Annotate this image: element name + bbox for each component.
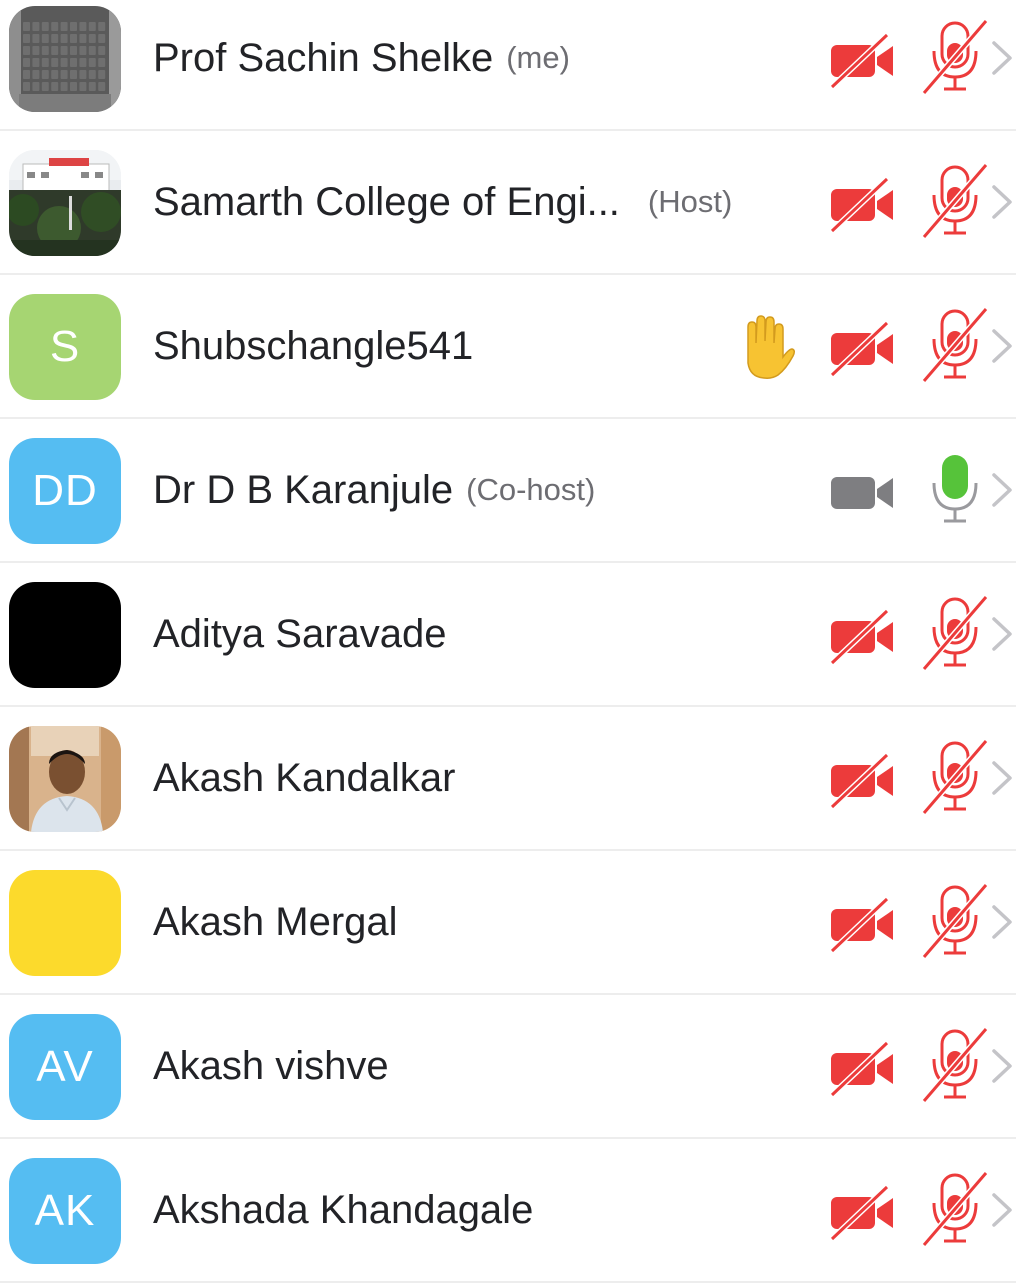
participant-name-group: Aditya Saravade: [153, 563, 447, 705]
avatar: AV: [9, 1014, 121, 1120]
avatar: S: [9, 294, 121, 400]
microphone-muted-icon[interactable]: [920, 161, 990, 241]
avatar: [9, 582, 121, 688]
chevron-right-icon[interactable]: [990, 471, 1014, 509]
microphone-muted-icon[interactable]: [920, 1169, 990, 1249]
chevron-right-icon[interactable]: [990, 39, 1014, 77]
participant-row[interactable]: Aditya Saravade: [0, 563, 1016, 707]
chevron-right-icon[interactable]: [990, 903, 1014, 941]
participant-name: Aditya Saravade: [153, 611, 447, 656]
participant-row[interactable]: AK Akshada Khandagale: [0, 1139, 1016, 1283]
microphone-muted-icon[interactable]: [920, 881, 990, 961]
participant-row[interactable]: Akash Kandalkar: [0, 707, 1016, 851]
participant-row[interactable]: Prof Sachin Shelke (me): [0, 0, 1016, 131]
participant-role-badge: (Host): [647, 184, 733, 219]
participant-row[interactable]: AV Akash vishve: [0, 995, 1016, 1139]
avatar-initials: DD: [32, 466, 98, 515]
participant-name-group: Prof Sachin Shelke (me): [153, 0, 570, 129]
participant-name-group: Shubschangle541: [153, 275, 473, 417]
participant-name: Samarth College of Engi...: [153, 179, 620, 224]
avatar: DD: [9, 438, 121, 544]
participant-row[interactable]: S Shubschangle541: [0, 275, 1016, 419]
microphone-muted-icon[interactable]: [920, 1025, 990, 1105]
chevron-right-icon[interactable]: [990, 327, 1014, 365]
microphone-muted-icon[interactable]: [920, 305, 990, 385]
participant-name-group: Dr D B Karanjule (Co-host): [153, 419, 595, 561]
chevron-right-icon[interactable]: [990, 759, 1014, 797]
microphone-icon[interactable]: [920, 449, 990, 529]
participant-name-group: Akash Kandalkar: [153, 707, 455, 849]
video-off-icon[interactable]: [829, 1039, 897, 1098]
video-off-icon[interactable]: [829, 31, 897, 90]
chevron-right-icon[interactable]: [990, 615, 1014, 653]
video-off-icon[interactable]: [829, 607, 897, 666]
participant-name-group: Akshada Khandagale: [153, 1139, 533, 1281]
avatar: [9, 726, 121, 832]
participants-list: Prof Sachin Shelke (me) Samarth College …: [0, 0, 1016, 1283]
raised-hand-icon: [734, 313, 796, 379]
chevron-right-icon[interactable]: [990, 183, 1014, 221]
participant-name-group: Akash vishve: [153, 995, 389, 1137]
participant-role-badge: (me): [506, 40, 570, 75]
avatar-initials: S: [49, 322, 81, 371]
chevron-right-icon[interactable]: [990, 1191, 1014, 1229]
chevron-right-icon[interactable]: [990, 1047, 1014, 1085]
participant-name: Akash Mergal: [153, 899, 398, 944]
avatar: [9, 6, 121, 112]
participant-name: Prof Sachin Shelke: [153, 35, 494, 80]
participant-name: Akash vishve: [153, 1043, 389, 1088]
avatar: [9, 150, 121, 256]
avatar-initials: AV: [36, 1042, 94, 1091]
video-off-icon[interactable]: [829, 1183, 897, 1242]
video-off-icon[interactable]: [829, 751, 897, 810]
participant-name: Shubschangle541: [153, 323, 474, 368]
video-camera-icon[interactable]: [829, 463, 897, 521]
video-off-icon[interactable]: [829, 175, 897, 234]
microphone-muted-icon[interactable]: [920, 737, 990, 817]
avatar: AK: [9, 1158, 121, 1264]
microphone-muted-icon[interactable]: [920, 17, 990, 97]
participant-name-group: Samarth College of Engi... (Host): [153, 131, 732, 273]
participant-row[interactable]: Akash Mergal: [0, 851, 1016, 995]
participant-name: Akshada Khandagale: [153, 1187, 534, 1232]
microphone-muted-icon[interactable]: [920, 593, 990, 673]
participant-row[interactable]: Samarth College of Engi... (Host): [0, 131, 1016, 275]
participant-name: Dr D B Karanjule: [153, 467, 454, 512]
participant-row[interactable]: DD Dr D B Karanjule (Co-host): [0, 419, 1016, 563]
avatar-initials: AK: [34, 1186, 96, 1235]
participant-name: Akash Kandalkar: [153, 755, 456, 800]
video-off-icon[interactable]: [829, 319, 897, 378]
participant-name-group: Akash Mergal: [153, 851, 398, 993]
video-off-icon[interactable]: [829, 895, 897, 954]
participant-role-badge: (Co-host): [466, 472, 596, 507]
avatar: [9, 870, 121, 976]
